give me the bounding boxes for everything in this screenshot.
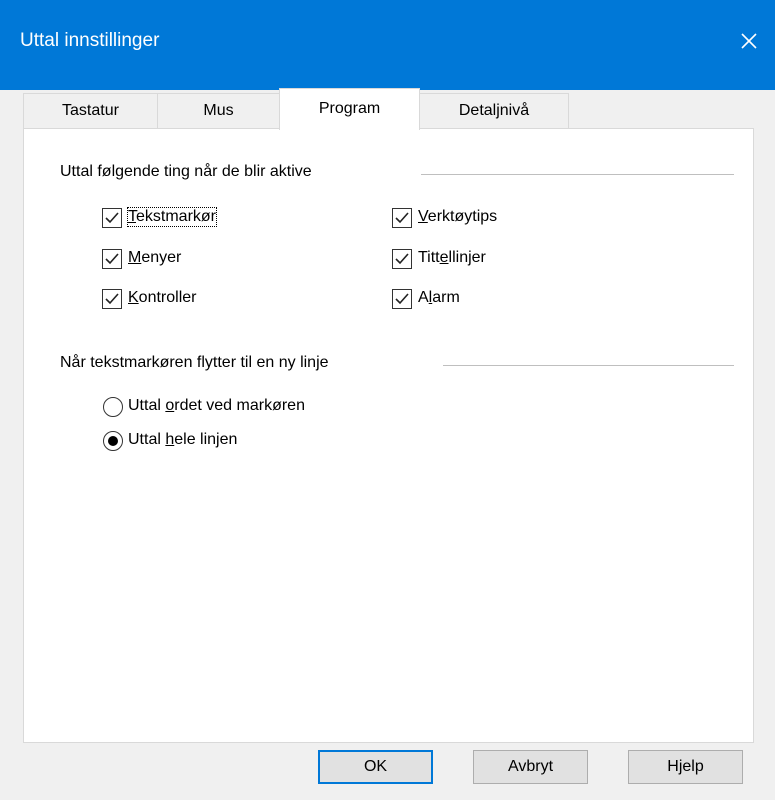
label-kontroller[interactable]: Kontroller — [128, 289, 196, 307]
label-tittellinjer[interactable]: Tittellinjer — [418, 249, 486, 267]
close-icon[interactable] — [734, 26, 764, 56]
label-tekstmarkor[interactable]: Tekstmarkør — [127, 207, 217, 227]
accesskey-uttal-ordet: o — [165, 397, 175, 414]
label-alarm[interactable]: Alarm — [418, 289, 460, 307]
checkbox-tittellinjer[interactable] — [392, 249, 412, 269]
label-menyer[interactable]: Menyer — [128, 249, 181, 267]
accesskey-tekstmarkor: T — [128, 208, 136, 225]
group-divider — [421, 174, 734, 175]
tab-detaljniva[interactable]: Detaljnivå — [419, 93, 569, 128]
group-divider — [443, 365, 734, 366]
title-bar: Uttal innstillinger — [0, 0, 775, 90]
group-label-ny-linje: Når tekstmarkøren flytter til en ny linj… — [60, 354, 333, 372]
label-verktoytips[interactable]: Verktøytips — [418, 208, 497, 226]
check-icon — [105, 293, 119, 305]
checkbox-alarm[interactable] — [392, 289, 412, 309]
label-uttal-ordet[interactable]: Uttal ordet ved markøren — [128, 397, 305, 415]
radio-uttal-hele[interactable] — [103, 431, 123, 451]
label-uttal-hele[interactable]: Uttal hele linjen — [128, 431, 237, 449]
checkbox-kontroller[interactable] — [102, 289, 122, 309]
ok-button[interactable]: OK — [318, 750, 433, 784]
accesskey-tittellinjer: e — [439, 249, 449, 266]
check-icon — [105, 212, 119, 224]
accesskey-kontroller: K — [128, 289, 139, 306]
tab-tastatur[interactable]: Tastatur — [23, 93, 158, 128]
help-button[interactable]: Hjelp — [628, 750, 743, 784]
radio-selected-dot — [108, 436, 118, 446]
group-label-aktive: Uttal følgende ting når de blir aktive — [60, 163, 316, 181]
check-icon — [395, 212, 409, 224]
check-icon — [105, 253, 119, 265]
window-title: Uttal innstillinger — [20, 30, 160, 51]
accesskey-alarm: l — [428, 289, 433, 306]
accesskey-verktoytips: V — [418, 208, 428, 225]
tab-program[interactable]: Program — [279, 88, 420, 130]
tab-panel-program: Uttal følgende ting når de blir aktive T… — [23, 128, 754, 743]
accesskey-menyer: M — [128, 249, 142, 266]
radio-uttal-ordet[interactable] — [103, 397, 123, 417]
cancel-button[interactable]: Avbryt — [473, 750, 588, 784]
check-icon — [395, 253, 409, 265]
check-icon — [395, 293, 409, 305]
checkbox-tekstmarkor[interactable] — [102, 208, 122, 228]
accesskey-uttal-hele: h — [165, 431, 175, 448]
tab-mus[interactable]: Mus — [157, 93, 280, 128]
checkbox-menyer[interactable] — [102, 249, 122, 269]
checkbox-verktoytips[interactable] — [392, 208, 412, 228]
